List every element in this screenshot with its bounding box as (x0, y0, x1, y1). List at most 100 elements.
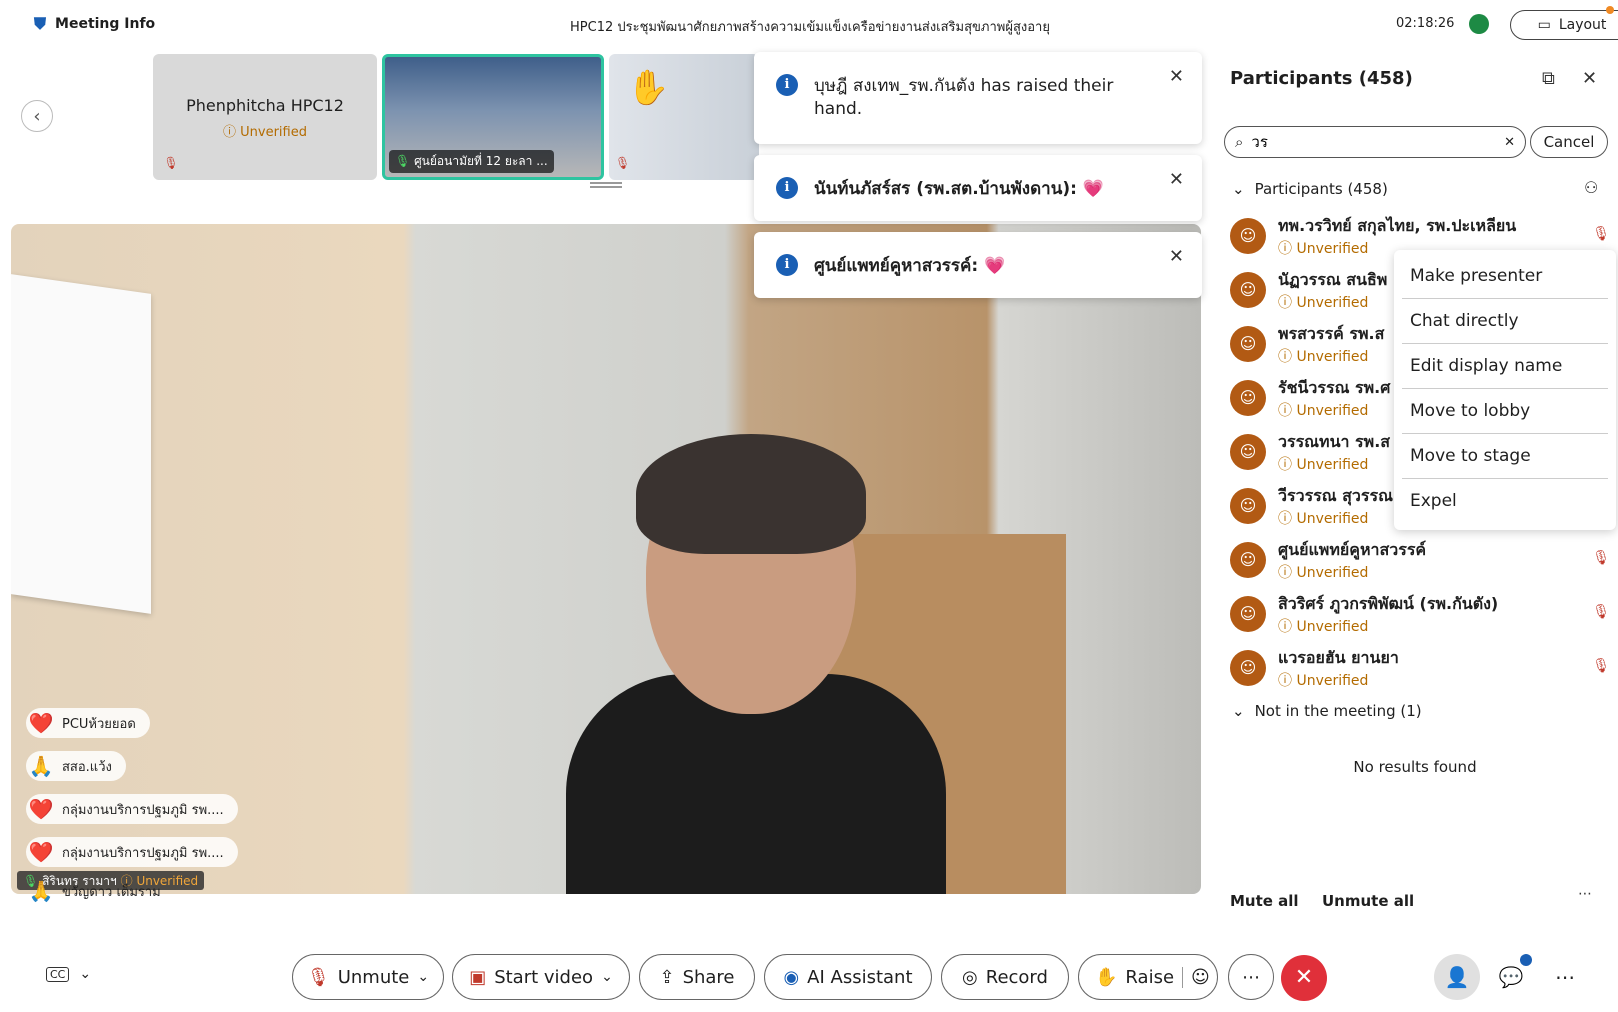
video-tile-active[interactable]: 🎙 ศูนย์อนามัยที่ 12 ยะลา ... (382, 54, 604, 180)
menu-item-edit-display-name[interactable]: Edit display name (1402, 344, 1608, 389)
participant-name: แวรอยฮัน ยานยา (1278, 648, 1399, 667)
avatar: ☺ (1230, 542, 1266, 578)
participants-section-header[interactable]: ⌄ Participants (458) (1232, 180, 1388, 198)
avatar: ☺ (1230, 272, 1266, 308)
close-icon[interactable]: ✕ (1582, 68, 1597, 89)
menu-item-move-to-stage[interactable]: Move to stage (1402, 434, 1608, 479)
unmute-all-button[interactable]: Unmute all (1322, 892, 1414, 910)
avatar: ☺ (1230, 218, 1266, 254)
tile-status: ⓘ Unverified (223, 125, 307, 140)
menu-item-chat-directly[interactable]: Chat directly (1402, 299, 1608, 344)
layout-button[interactable]: ▭ Layout (1510, 10, 1618, 40)
share-label: Share (682, 966, 735, 988)
popout-icon[interactable]: ⧉ (1542, 68, 1555, 89)
mic-off-icon[interactable]: 🎙 (1592, 658, 1610, 674)
hand-icon: ✋ (1095, 966, 1118, 988)
participant-status: ⓘ Unverified (1278, 619, 1369, 635)
participant-row[interactable]: ☺ แวรอยฮัน ยานยา ⓘ Unverified 🎙 (1230, 644, 1610, 696)
close-icon: ✕ (1294, 965, 1314, 990)
reaction-bubble: ❤️ PCUห้วยยอด (26, 708, 150, 738)
more-icon[interactable]: ⋯ (1578, 886, 1592, 902)
meeting-title: HPC12 ประชุมพัฒนาศักยภาพสร้างความเข้มแข็… (570, 20, 1050, 35)
speaker-figure (566, 434, 946, 894)
more-options-button[interactable]: ⋯ (1228, 954, 1274, 1000)
cancel-button[interactable]: Cancel (1530, 126, 1608, 158)
reaction-emoji: ❤️ (28, 840, 54, 864)
menu-item-move-to-lobby[interactable]: Move to lobby (1402, 389, 1608, 434)
participant-status-label: Unverified (1296, 673, 1369, 689)
connection-icon[interactable] (1469, 14, 1489, 34)
tile-status-label: Unverified (240, 125, 307, 140)
reaction-bubble: 🙏 ขวัญดาว เต็มราม (26, 876, 175, 906)
meeting-info-button[interactable]: ⛊ Meeting Info (34, 14, 155, 34)
avatar: ☺ (1230, 380, 1266, 416)
shield-icon: ⛊ (34, 14, 47, 33)
clear-icon[interactable]: ✕ (1504, 135, 1515, 150)
mic-off-icon: 🎙 (306, 966, 330, 988)
leave-meeting-button[interactable]: ✕ (1281, 955, 1327, 1001)
search-input[interactable] (1251, 133, 1497, 151)
record-button[interactable]: ◎ Record (941, 954, 1069, 1000)
participant-status-label: Unverified (1296, 349, 1369, 365)
filmstrip-prev-button[interactable]: ‹ (21, 100, 53, 132)
close-icon[interactable]: ✕ (1169, 66, 1184, 87)
mic-off-icon[interactable]: 🎙 (1592, 226, 1610, 242)
start-video-button[interactable]: ▣ Start video ⌄ (452, 954, 630, 1000)
participant-search[interactable]: ⌕ ✕ (1224, 126, 1526, 158)
participant-row[interactable]: ☺ สิวริศร์ ภูวกรพิพัฒน์ (รพ.กันตัง) ⓘ Unve… (1230, 590, 1610, 642)
video-tile[interactable]: ✋ 🎙 (609, 54, 759, 180)
chevron-down-icon: ⌄ (79, 966, 92, 982)
participant-status: ⓘ Unverified (1278, 403, 1369, 419)
participant-status-label: Unverified (1296, 457, 1369, 473)
notification-dot (1606, 6, 1614, 14)
share-button[interactable]: ⇪ Share (639, 954, 755, 1000)
participant-name: ศูนย์แพทย์คูหาสวรรค์ (1278, 540, 1427, 559)
wall-poster (11, 274, 151, 614)
not-in-meeting-section-header[interactable]: ⌄ Not in the meeting (1) (1232, 702, 1422, 720)
reaction-icon[interactable]: ☺ (1182, 966, 1210, 988)
reaction-emoji: 🙏 (28, 879, 54, 903)
ai-assistant-button[interactable]: ◉ AI Assistant (764, 954, 932, 1000)
reaction-emoji: ❤️ (28, 711, 54, 735)
more-icon: ⋯ (1555, 965, 1575, 989)
toast-notification: i นันท์นภัสร์สร (รพ.สต.บ้านพังดาน): 💗 ✕ (754, 155, 1202, 221)
mute-all-button[interactable]: Mute all (1230, 892, 1299, 910)
participant-status-label: Unverified (1296, 403, 1369, 419)
avatar: ☺ (1230, 488, 1266, 524)
close-icon[interactable]: ✕ (1169, 246, 1184, 267)
start-video-label: Start video (494, 966, 594, 988)
mic-off-icon: 🎙 (615, 156, 631, 170)
participant-status-label: Unverified (1296, 241, 1369, 257)
captions-button[interactable]: CC ⌄ (46, 966, 91, 982)
unmute-button[interactable]: 🎙 Unmute ⌄ (292, 954, 444, 1000)
toast-text: บุษฎี สงเทพ_รพ.กันตัง has raised their h… (814, 76, 1114, 119)
chevron-down-icon: ⌄ (1232, 702, 1245, 720)
more-icon: ⋯ (1242, 966, 1260, 988)
person-icon[interactable]: ⚇ (1584, 178, 1598, 197)
mic-icon: 🎙 (395, 154, 411, 168)
reaction-bubble: 🙏 สสอ.แว้ง (26, 751, 126, 781)
filmstrip-resize-handle[interactable] (590, 182, 622, 188)
record-label: Record (985, 966, 1048, 988)
info-icon: i (776, 177, 798, 199)
toast-notification: i ศูนย์แพทย์คูหาสวรรค์: 💗 ✕ (754, 232, 1202, 298)
raise-hand-button[interactable]: ✋ Raise ☺ (1078, 954, 1218, 1000)
tile-name: ศูนย์อนามัยที่ 12 ยะลา (414, 154, 533, 168)
video-tile[interactable]: Phenphitcha HPC12 ⓘ Unverified 🎙 (153, 54, 377, 180)
more-panels-button[interactable]: ⋯ (1542, 954, 1588, 1000)
participants-toggle-button[interactable]: 👤 (1434, 954, 1480, 1000)
chat-icon: 💬 (1498, 965, 1524, 989)
layout-label: Layout (1558, 17, 1607, 33)
panel-title: Participants (458) (1230, 68, 1413, 89)
mic-off-icon[interactable]: 🎙 (1592, 550, 1610, 566)
search-icon: ⌕ (1235, 133, 1244, 151)
mic-off-icon[interactable]: 🎙 (1592, 604, 1610, 620)
menu-item-make-presenter[interactable]: Make presenter (1402, 254, 1608, 299)
menu-item-expel[interactable]: Expel (1402, 479, 1608, 524)
participant-name: สิวริศร์ ภูวกรพิพัฒน์ (รพ.กันตัง) (1278, 594, 1499, 613)
no-results-text: No results found (1353, 758, 1477, 776)
close-icon[interactable]: ✕ (1169, 169, 1184, 190)
participant-row[interactable]: ☺ ศูนย์แพทย์คูหาสวรรค์ ⓘ Unverified 🎙 (1230, 536, 1610, 588)
participants-icon: 👤 (1444, 965, 1470, 989)
reaction-name: กลุ่มงานบริการปฐมภูมิ รพ.... (62, 802, 224, 818)
